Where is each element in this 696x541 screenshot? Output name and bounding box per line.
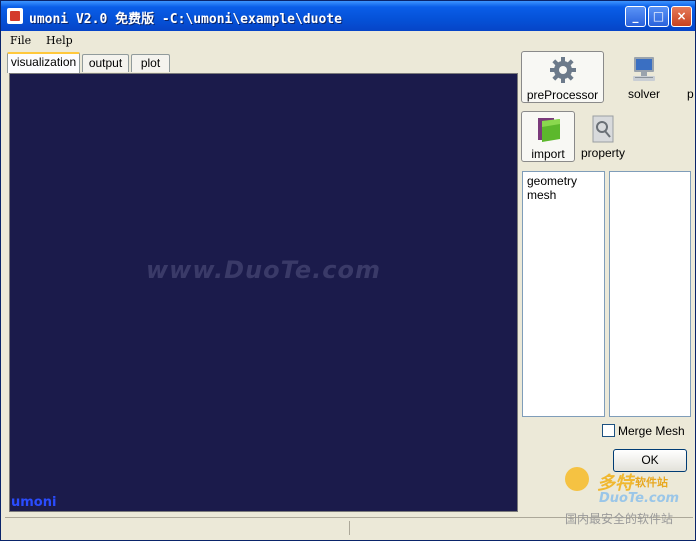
app-icon[interactable] [7, 8, 23, 24]
toolbar-overflow-label: p [687, 87, 694, 101]
window-title: umoni V2.0 免费版 -C:\umoni\example\duote [29, 12, 342, 27]
tab-visualization[interactable]: visualization [7, 52, 80, 73]
watermark-text: www.DuoTe.com [146, 256, 381, 284]
menu-help[interactable]: Help [46, 34, 73, 47]
brand-watermark: 多特 软件站 DuoTe.com 国内最安全的软件站 [559, 463, 693, 531]
maximize-button[interactable]: □ [648, 6, 669, 27]
brand-slogan: 国内最安全的软件站 [565, 512, 674, 526]
close-button[interactable]: × [671, 6, 692, 27]
list-item-geometry[interactable]: geometry [523, 174, 604, 188]
tab-plot[interactable]: plot [131, 54, 170, 72]
import-label: import [531, 147, 565, 161]
gear-icon [549, 57, 576, 83]
brand-url: DuoTe.com [599, 491, 680, 506]
title-bar[interactable]: umoni V2.0 免费版 -C:\umoni\example\duote _… [1, 1, 695, 31]
merge-mesh-label[interactable]: Merge Mesh [618, 424, 685, 438]
document-magnifier-icon [592, 115, 614, 143]
mascot-icon [565, 467, 589, 491]
brand-sub-text: 软件站 [635, 476, 668, 489]
status-divider [349, 521, 350, 535]
preprocessor-label: preProcessor [526, 88, 599, 102]
import-icon [538, 118, 560, 142]
minimize-button[interactable]: _ [625, 6, 646, 27]
tab-output[interactable]: output [82, 54, 129, 72]
property-label: property [580, 146, 626, 160]
merge-mesh-checkbox[interactable] [602, 424, 615, 437]
preprocessor-button[interactable]: preProcessor [521, 51, 604, 103]
property-button[interactable]: property [577, 111, 629, 162]
menu-bar: File Help [1, 31, 695, 51]
visualization-viewport[interactable]: www.DuoTe.com umoni [9, 73, 518, 512]
viewport-corner-label: umoni [11, 495, 57, 510]
list-item-mesh[interactable]: mesh [523, 188, 604, 202]
solver-button[interactable]: solver [613, 51, 675, 103]
object-tree-list[interactable]: geometry mesh [522, 171, 605, 417]
menu-file[interactable]: File [10, 34, 31, 47]
property-list[interactable] [609, 171, 691, 417]
solver-label: solver [627, 87, 660, 101]
import-button[interactable]: import [521, 111, 575, 162]
toolbar-overflow-item[interactable]: p [687, 87, 695, 103]
app-window: umoni V2.0 免费版 -C:\umoni\example\duote _… [0, 0, 696, 541]
computer-icon [633, 57, 655, 81]
